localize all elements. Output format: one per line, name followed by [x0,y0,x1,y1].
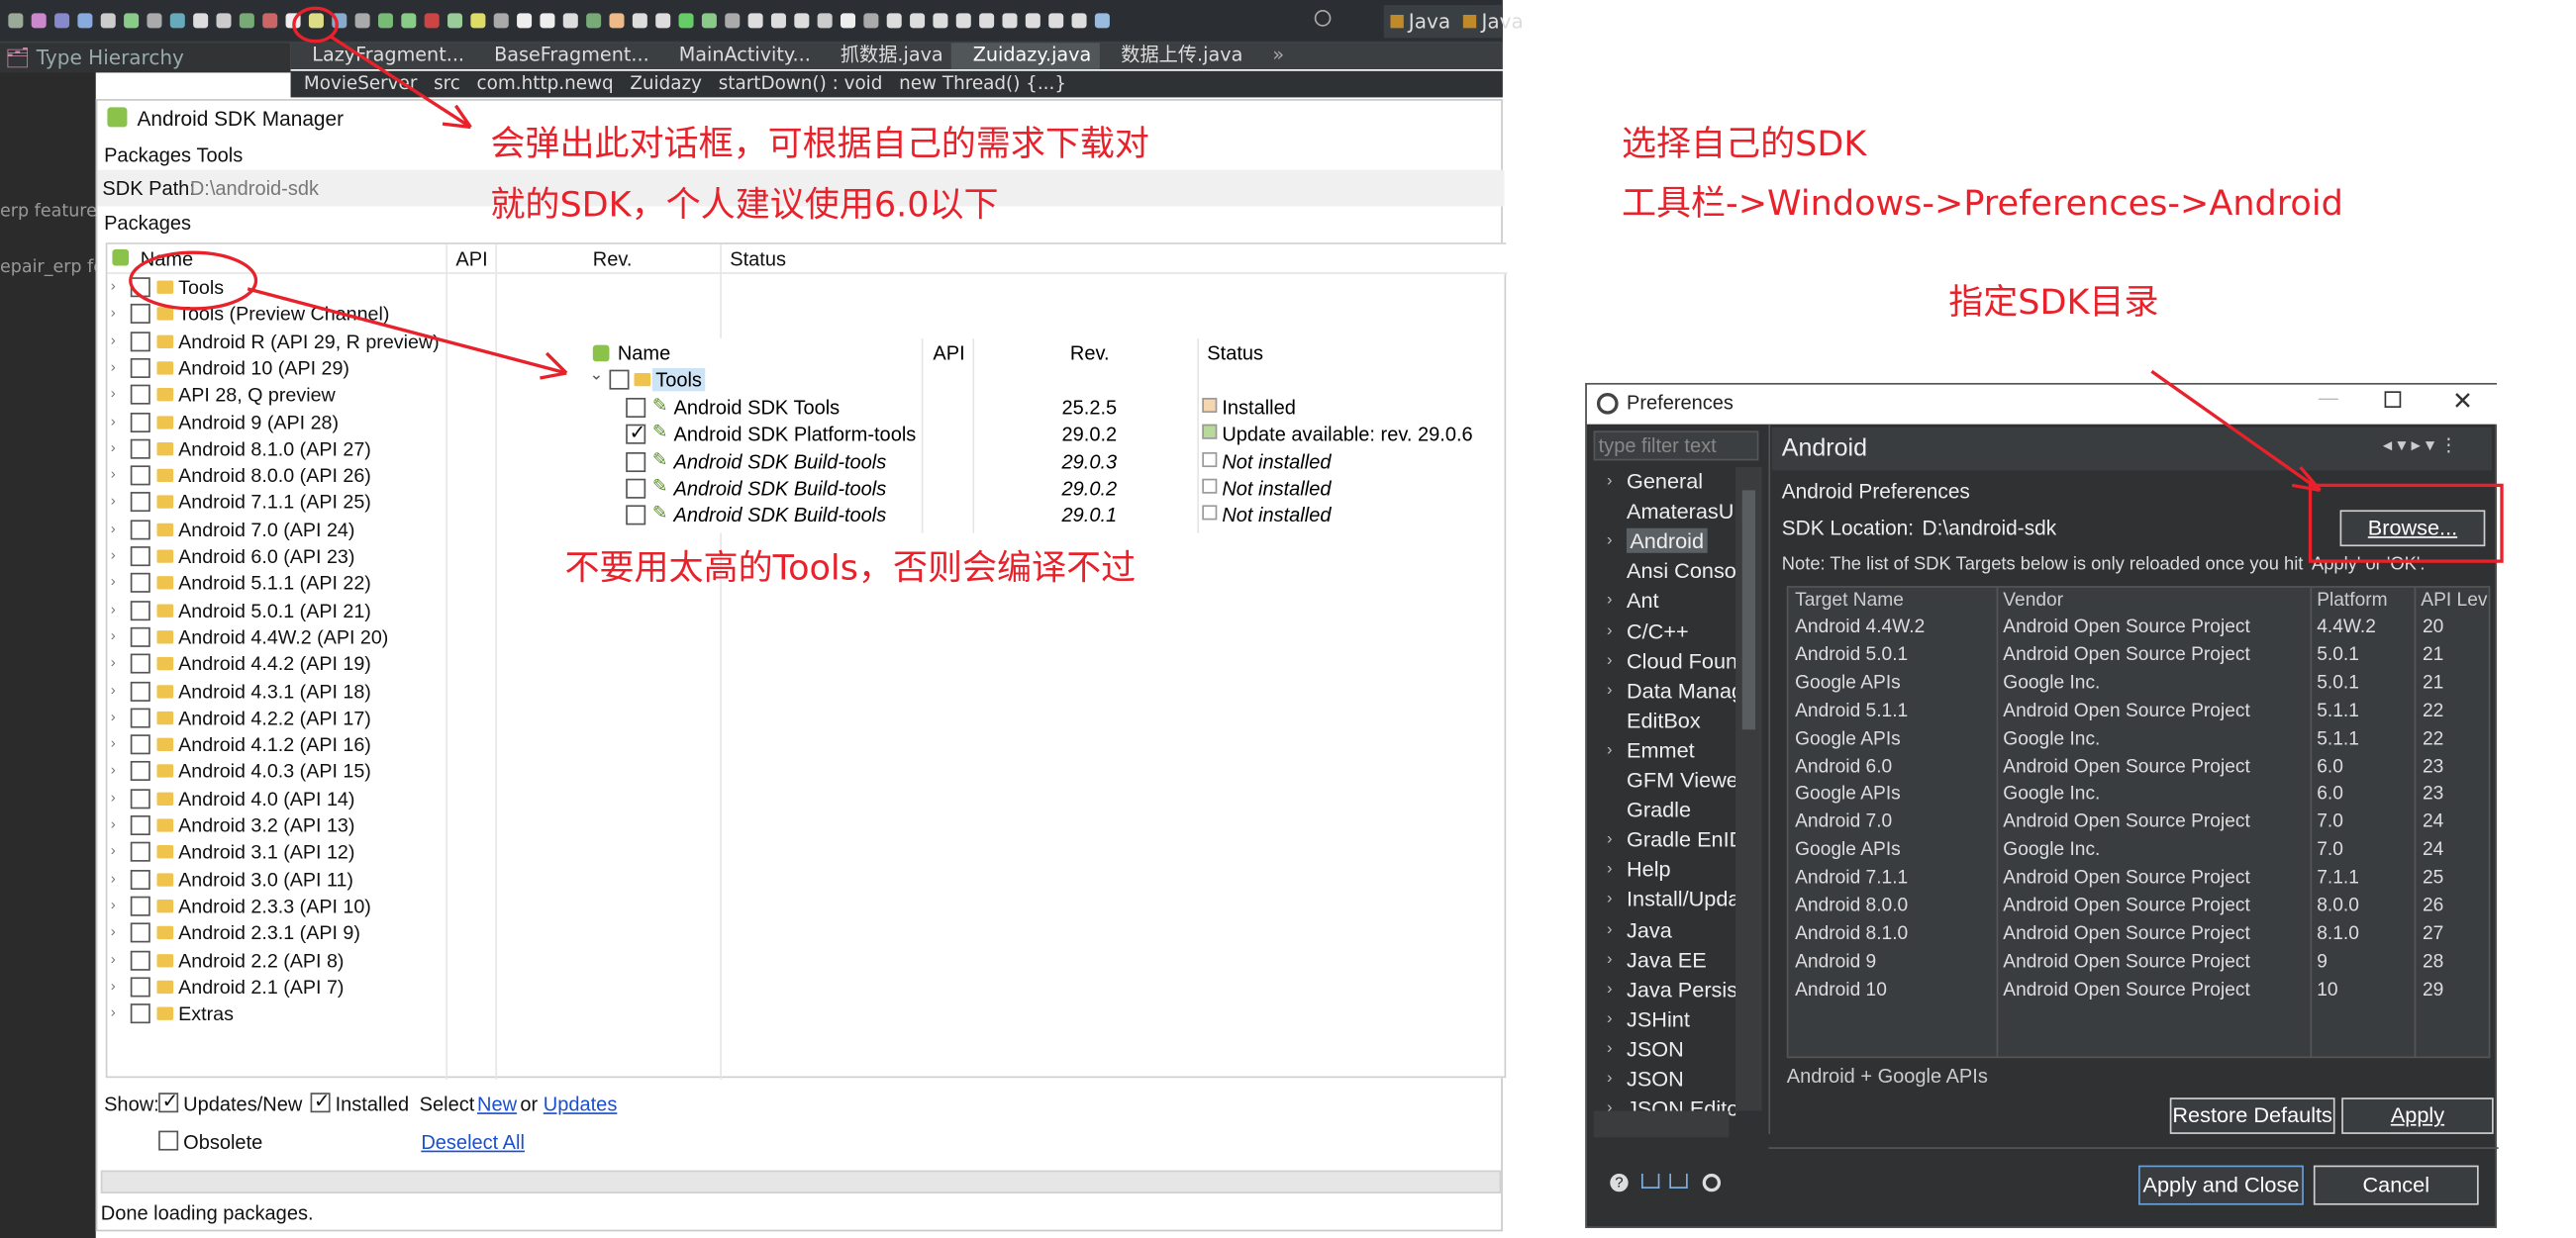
tools-highlight-circle [129,250,258,311]
arrow-to-browse [2150,369,2322,492]
browse-highlight-box [2308,483,2504,563]
arrow-to-popup-note [329,35,472,129]
arrow-to-inset [247,287,567,375]
annotation-overlay [129,6,2504,563]
